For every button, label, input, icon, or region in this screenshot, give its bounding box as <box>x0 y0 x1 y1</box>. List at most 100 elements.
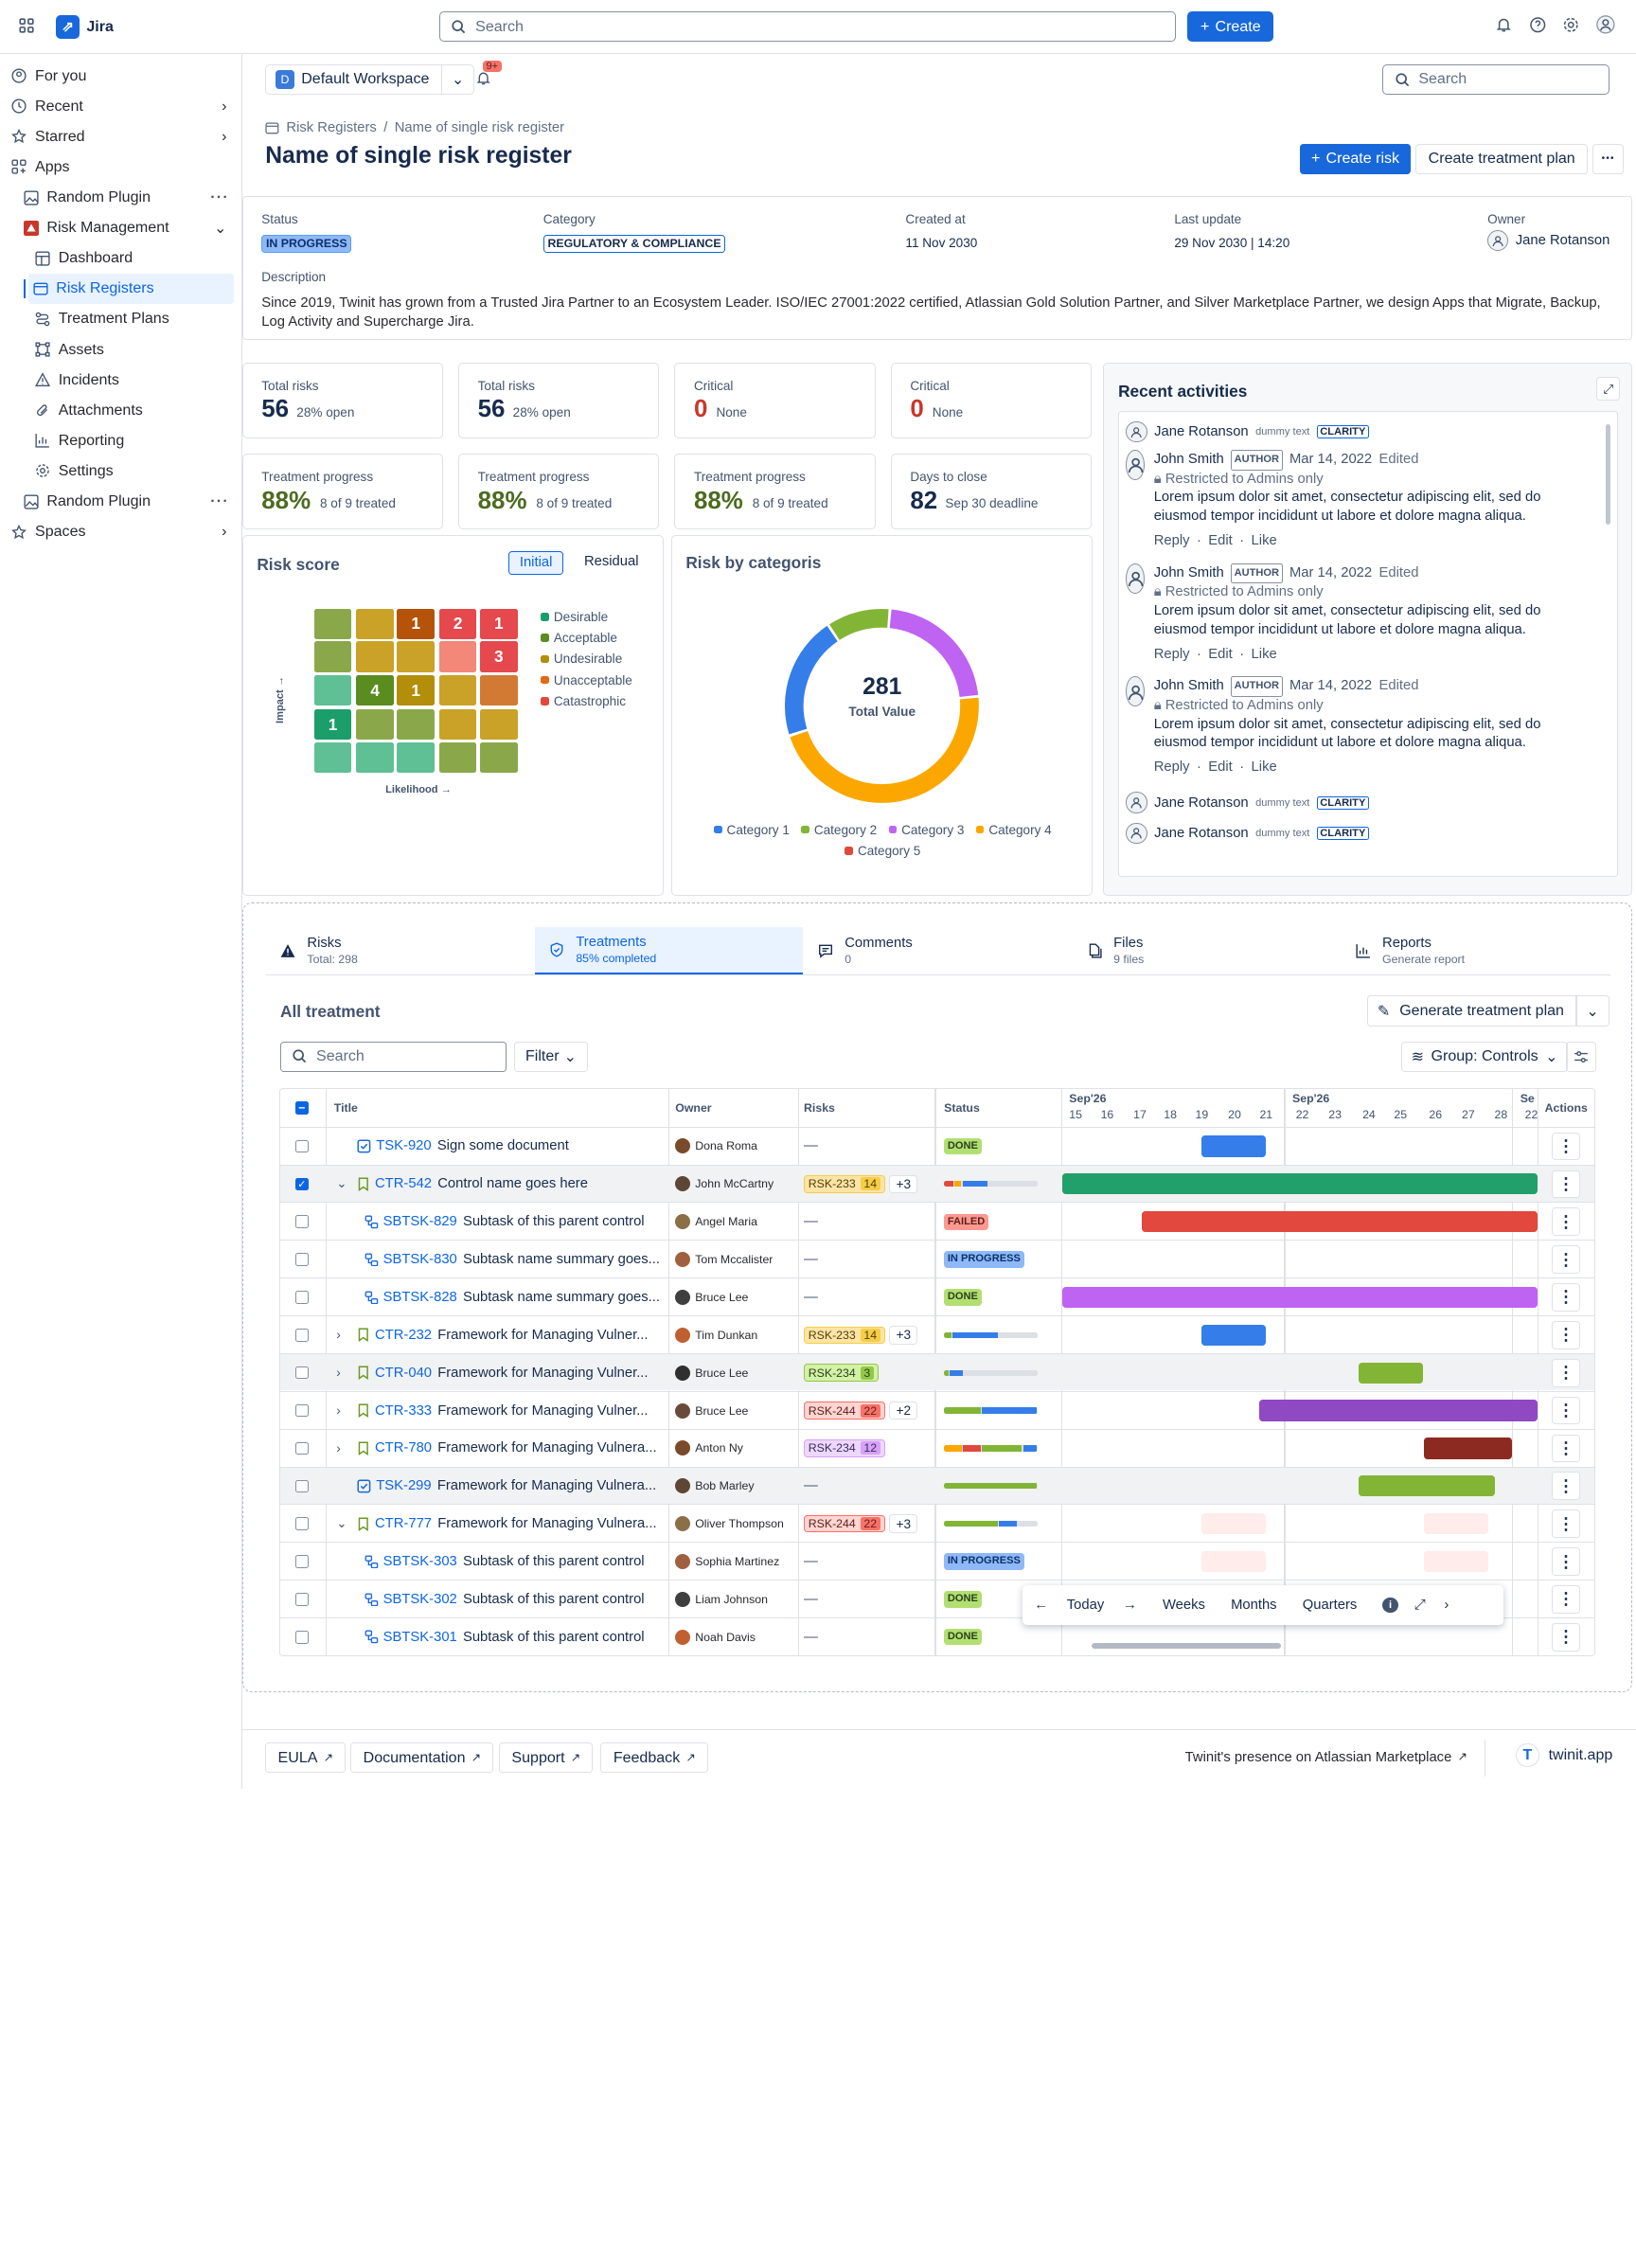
row-actions-button[interactable]: ⋮ <box>1552 1245 1580 1274</box>
heatmap-cell[interactable]: 3 <box>480 641 518 672</box>
issue-title[interactable]: Subtask name summary goes... <box>463 1252 660 1267</box>
reply-link[interactable]: Reply <box>1154 759 1190 777</box>
risk-badge[interactable]: RSK-234 12 <box>804 1439 885 1457</box>
group-by-select[interactable]: ≋ Group: Controls ⌄ <box>1400 1041 1569 1072</box>
reply-link[interactable]: Reply <box>1154 532 1190 551</box>
heatmap-cell[interactable]: 1 <box>397 675 435 706</box>
gantt-bar[interactable] <box>1200 1513 1266 1535</box>
heatmap-cell[interactable]: 1 <box>397 608 435 639</box>
row-checkbox[interactable] <box>295 1555 309 1568</box>
workspace-search-input[interactable]: Search <box>1382 63 1609 95</box>
like-link[interactable]: Like <box>1252 759 1277 777</box>
twinit-site-link[interactable]: Ttwinit.app <box>1516 1743 1612 1768</box>
heatmap-cell[interactable] <box>356 608 394 639</box>
row-actions-button[interactable]: ⋮ <box>1552 1396 1580 1425</box>
sidebar-item-recent[interactable]: Recent › <box>9 91 234 121</box>
risk-badge[interactable]: RSK-234 3 <box>804 1364 879 1382</box>
breadcrumb-current[interactable]: Name of single risk register <box>395 120 564 135</box>
row-actions-button[interactable]: ⋮ <box>1552 1434 1580 1463</box>
edit-link[interactable]: Edit <box>1208 646 1233 665</box>
issue-key-link[interactable]: SBTSK-303 <box>383 1554 457 1569</box>
donut-slice[interactable] <box>829 608 889 640</box>
comment-author[interactable]: John Smith <box>1154 451 1224 470</box>
expand-icon[interactable]: ⤢ <box>1596 377 1621 402</box>
more-risks-badge[interactable]: +2 <box>889 1401 918 1420</box>
chevron-right-icon[interactable]: › <box>336 1354 341 1392</box>
issue-key-link[interactable]: CTR-542 <box>375 1176 432 1191</box>
chevron-right-icon[interactable]: › <box>1444 1598 1449 1613</box>
table-row[interactable]: SBTSK-830 Subtask name summary goes... Tom… <box>280 1240 1594 1277</box>
table-row[interactable]: TSK-920 Sign some document Dona Roma — DONE ⋮ <box>280 1126 1594 1165</box>
sidebar-item-attachments[interactable]: Attachments <box>33 395 234 425</box>
row-checkbox[interactable] <box>295 1630 309 1644</box>
sidebar-item-spaces[interactable]: Spaces › <box>9 517 234 547</box>
treatment-search-input[interactable]: Search <box>280 1041 507 1072</box>
issue-key-link[interactable]: CTR-333 <box>375 1403 432 1419</box>
row-checkbox[interactable] <box>295 1253 309 1266</box>
gantt-bar[interactable] <box>1200 1324 1266 1346</box>
chevron-right-icon[interactable]: › <box>336 1392 341 1430</box>
heatmap-cell[interactable] <box>356 641 394 672</box>
heatmap-cell[interactable]: 4 <box>356 675 394 706</box>
sidebar-item-random-plugin-2[interactable]: Random Plugin ··· <box>21 487 234 517</box>
row-checkbox[interactable] <box>295 1517 309 1530</box>
activity-author[interactable]: Jane Rotanson <box>1154 826 1249 841</box>
arrow-right-icon[interactable]: → <box>1123 1598 1137 1613</box>
sidebar-item-assets[interactable]: Assets <box>33 334 234 365</box>
issue-key-link[interactable]: CTR-777 <box>375 1516 432 1531</box>
profile-avatar-icon[interactable] <box>1596 15 1615 34</box>
sidebar-item-risk-registers[interactable]: Risk Registers <box>23 273 234 304</box>
row-actions-button[interactable]: ⋮ <box>1552 1170 1580 1199</box>
heatmap-cell[interactable] <box>356 741 394 773</box>
row-actions-button[interactable]: ⋮ <box>1552 1509 1580 1538</box>
edit-link[interactable]: Edit <box>1208 532 1233 551</box>
sidebar-item-treatment-plans[interactable]: Treatment Plans <box>33 304 234 334</box>
fullscreen-icon[interactable]: ⤢ <box>1414 1598 1426 1613</box>
row-actions-button[interactable]: ⋮ <box>1552 1547 1580 1576</box>
row-checkbox[interactable] <box>295 1291 309 1304</box>
gantt-bar[interactable] <box>1424 1513 1489 1535</box>
sidebar-item-risk-management[interactable]: Risk Management ⌄ <box>21 213 234 243</box>
gantt-bar[interactable] <box>1359 1362 1424 1384</box>
gantt-bar[interactable] <box>1200 1135 1266 1157</box>
timeline-scrollbar[interactable] <box>1091 1643 1281 1650</box>
workspace-selector[interactable]: D Default Workspace ⌄ <box>265 63 475 95</box>
heatmap-cell[interactable] <box>397 641 435 672</box>
tab-files[interactable]: Files 9 files <box>1073 927 1341 975</box>
issue-title[interactable]: Subtask of this parent control <box>463 1554 645 1569</box>
issue-key-link[interactable]: SBTSK-828 <box>383 1290 457 1305</box>
tab-initial[interactable]: Initial <box>507 551 564 576</box>
table-row[interactable]: ⌄ CTR-777 Framework for Managing Vulnera..… <box>280 1504 1594 1542</box>
sidebar-item-random-plugin[interactable]: Random Plugin ··· <box>21 183 234 213</box>
table-row[interactable]: › CTR-232 Framework for Managing Vulner...… <box>280 1315 1594 1353</box>
scrollbar[interactable] <box>1606 423 1610 525</box>
sidebar-item-dashboard[interactable]: Dashboard <box>33 243 234 274</box>
view-settings-button[interactable] <box>1565 1041 1596 1072</box>
gantt-bar[interactable] <box>1061 1173 1538 1195</box>
heatmap-cell[interactable] <box>313 641 352 672</box>
table-row[interactable]: TSK-299 Framework for Managing Vulnera...… <box>280 1466 1594 1505</box>
marketplace-link[interactable]: Twinit's presence on Atlassian Marketpla… <box>1185 1750 1467 1765</box>
heatmap-cell[interactable] <box>356 709 394 741</box>
tab-comments[interactable]: Comments 0 <box>804 927 1072 975</box>
more-icon[interactable]: ··· <box>210 492 229 510</box>
issue-key-link[interactable]: CTR-040 <box>375 1366 432 1381</box>
row-actions-button[interactable]: ⋮ <box>1552 1207 1580 1237</box>
issue-key-link[interactable]: TSK-299 <box>376 1478 431 1493</box>
sidebar-item-for-you[interactable]: For you <box>9 61 234 91</box>
issue-title[interactable]: Subtask name summary goes... <box>463 1290 660 1305</box>
more-actions-button[interactable]: ••• <box>1592 143 1625 174</box>
today-button[interactable]: Today <box>1067 1598 1104 1613</box>
row-checkbox[interactable]: ✓ <box>295 1177 309 1191</box>
issue-key-link[interactable]: TSK-920 <box>376 1138 431 1153</box>
help-icon[interactable] <box>1529 15 1547 34</box>
activity-author[interactable]: Jane Rotanson <box>1154 795 1249 811</box>
risk-badge[interactable]: RSK-233 14 <box>804 1326 885 1345</box>
risk-badge[interactable]: RSK-233 14 <box>804 1175 885 1193</box>
gantt-bar[interactable] <box>1141 1211 1538 1233</box>
issue-title[interactable]: Subtask of this parent control <box>463 1630 645 1645</box>
row-checkbox[interactable] <box>295 1329 309 1342</box>
settings-gear-icon[interactable] <box>1562 15 1580 34</box>
sidebar-item-starred[interactable]: Starred › <box>9 121 234 152</box>
like-link[interactable]: Like <box>1252 646 1277 665</box>
